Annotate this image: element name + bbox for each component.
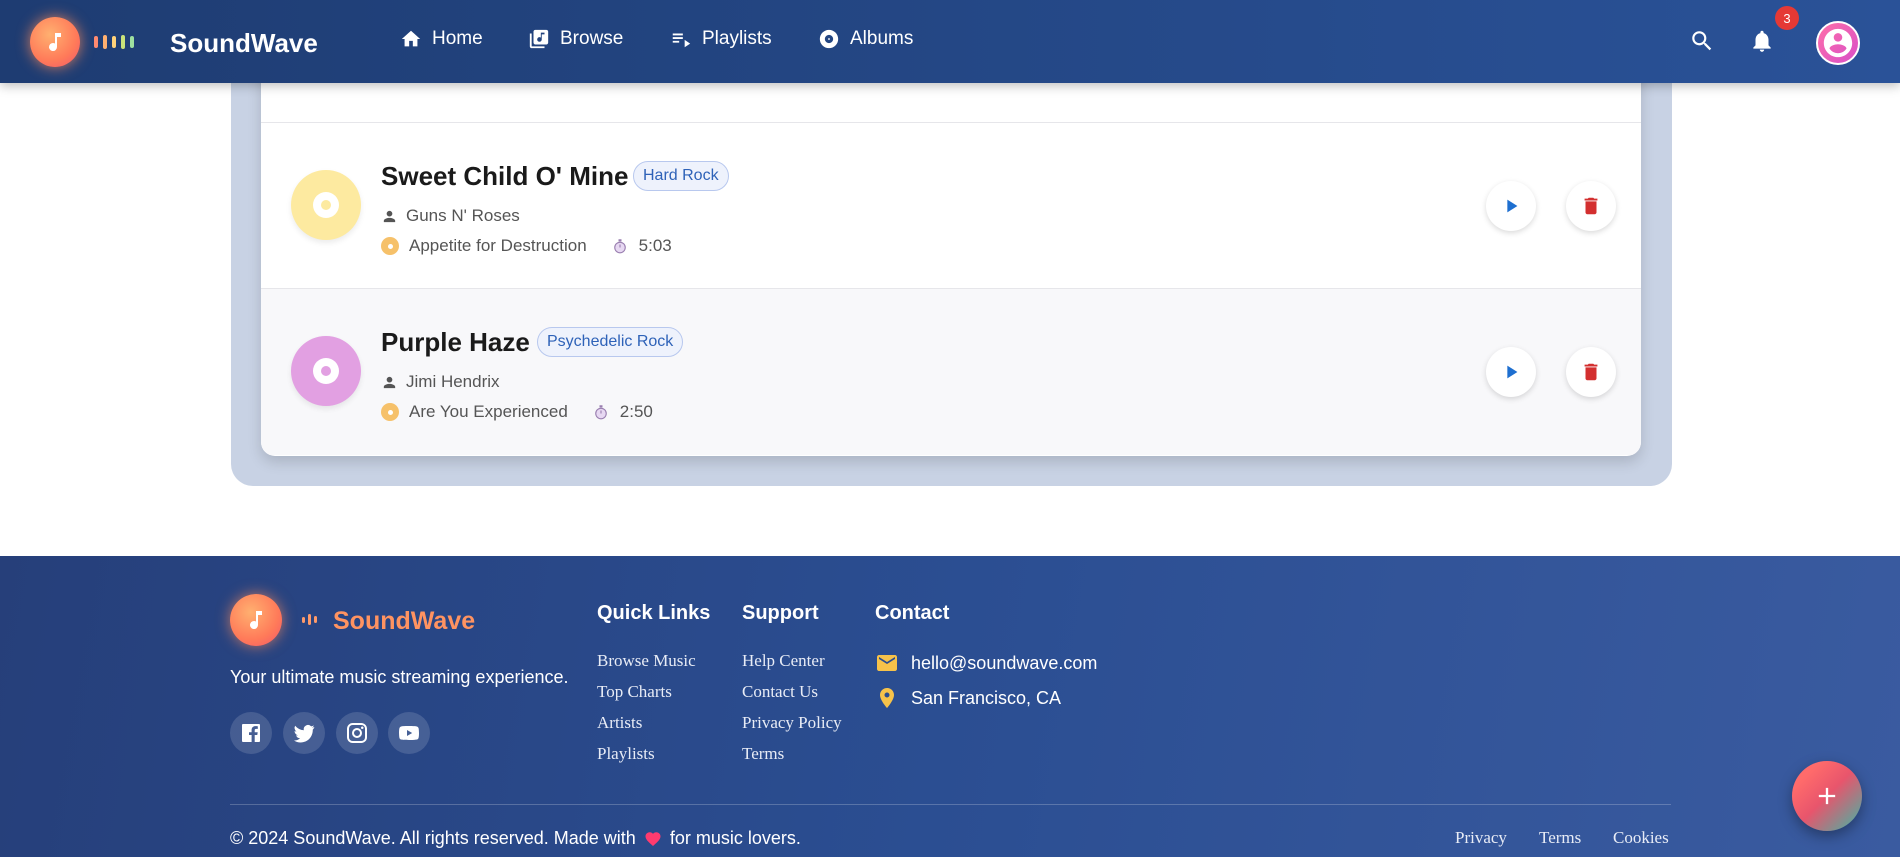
album-name: Are You Experienced — [409, 402, 568, 421]
heart-icon — [645, 831, 661, 846]
footer-logo-icon[interactable] — [230, 594, 282, 646]
bottom-link-cookies[interactable]: Cookies — [1613, 828, 1669, 848]
copyright-suffix: for music lovers. — [669, 828, 801, 848]
footer-link-privacy-policy[interactable]: Privacy Policy — [742, 713, 842, 733]
location-pin-icon — [880, 688, 894, 708]
trash-icon — [1584, 197, 1598, 215]
footer-link-help-center[interactable]: Help Center — [742, 651, 825, 671]
footer-link-playlists[interactable]: Playlists — [597, 744, 655, 764]
artist-info: Jimi Hendrix — [381, 372, 500, 392]
stopwatch-icon — [594, 405, 607, 420]
facebook-icon — [242, 724, 260, 742]
instagram-icon — [347, 723, 367, 743]
footer-link-top-charts[interactable]: Top Charts — [597, 682, 672, 702]
twitter-button[interactable] — [283, 712, 325, 754]
song-title[interactable]: Sweet Child O' Mine — [381, 161, 628, 192]
song-row[interactable]: Purple Haze Psychedelic Rock Jimi Hendri… — [261, 289, 1641, 455]
nav-browse-label: Browse — [560, 28, 624, 49]
artist-name: Jimi Hendrix — [406, 372, 500, 391]
contact-location-text: San Francisco, CA — [911, 687, 1062, 708]
footer-link-artists[interactable]: Artists — [597, 713, 642, 733]
facebook-button[interactable] — [230, 712, 272, 754]
bottom-link-privacy[interactable]: Privacy — [1455, 828, 1507, 848]
notification-badge: 3 — [1775, 6, 1799, 30]
stopwatch-icon — [613, 239, 626, 254]
user-circle-icon — [1823, 28, 1853, 58]
album-icon — [819, 29, 839, 49]
contact-location: San Francisco, CA — [875, 686, 1061, 710]
youtube-button[interactable] — [388, 712, 430, 754]
twitter-icon — [294, 724, 315, 743]
album-disc-icon — [381, 237, 399, 255]
song-meta: Are You Experienced 2:50 — [381, 402, 653, 422]
support-title: Support — [742, 602, 819, 624]
song-title[interactable]: Purple Haze — [381, 327, 530, 358]
notification-bell-icon[interactable] — [1749, 28, 1775, 54]
playlist-play-icon — [672, 33, 691, 48]
play-button[interactable] — [1486, 347, 1536, 397]
footer-link-browse-music[interactable]: Browse Music — [597, 651, 696, 671]
song-duration: 5:03 — [638, 236, 672, 255]
footer: SoundWave Your ultimate music streaming … — [0, 556, 1900, 857]
bottom-link-terms[interactable]: Terms — [1539, 828, 1581, 848]
song-duration: 2:50 — [619, 402, 653, 421]
logo-icon[interactable] — [30, 17, 80, 67]
email-icon — [877, 655, 897, 671]
footer-brand-name[interactable]: SoundWave — [333, 607, 475, 636]
person-icon — [383, 376, 396, 388]
song-list: Sweet Child O' Mine Hard Rock Guns N' Ro… — [261, 40, 1641, 456]
youtube-icon — [399, 726, 419, 740]
brand-name[interactable]: SoundWave — [170, 28, 318, 59]
album-disc-icon — [381, 403, 399, 421]
nav-browse[interactable]: Browse — [528, 28, 623, 50]
nav-playlists[interactable]: Playlists — [670, 28, 772, 50]
vinyl-disc-icon — [291, 170, 361, 240]
genre-badge: Hard Rock — [633, 161, 729, 191]
top-navbar: SoundWave Home Browse Playlists Albums 3 — [0, 0, 1900, 83]
play-button[interactable] — [1486, 181, 1536, 231]
contact-email[interactable]: hello@soundwave.com — [875, 651, 1097, 675]
album-name: Appetite for Destruction — [409, 236, 587, 255]
footer-tagline: Your ultimate music streaming experience… — [230, 667, 569, 687]
avatar[interactable] — [1816, 21, 1860, 65]
nav-home-label: Home — [432, 28, 483, 49]
delete-button[interactable] — [1566, 347, 1616, 397]
footer-link-contact-us[interactable]: Contact Us — [742, 682, 818, 702]
footer-equalizer-icon — [302, 614, 317, 625]
song-meta: Appetite for Destruction 5:03 — [381, 236, 672, 256]
nav-albums-label: Albums — [850, 28, 914, 49]
play-icon — [1507, 365, 1518, 379]
vinyl-disc-icon — [291, 336, 361, 406]
contact-email-text: hello@soundwave.com — [911, 652, 1098, 673]
contact-title: Contact — [875, 602, 950, 624]
nav-home[interactable]: Home — [400, 28, 483, 50]
plus-icon — [1818, 787, 1836, 805]
genre-badge: Psychedelic Rock — [537, 327, 684, 357]
copyright: © 2024 SoundWave. All rights reserved. M… — [230, 828, 801, 849]
search-icon[interactable] — [1689, 28, 1715, 54]
nav-albums[interactable]: Albums — [818, 28, 913, 50]
instagram-button[interactable] — [336, 712, 378, 754]
person-icon — [383, 210, 396, 222]
song-row[interactable]: Sweet Child O' Mine Hard Rock Guns N' Ro… — [261, 123, 1641, 289]
trash-icon — [1584, 363, 1598, 381]
artist-name: Guns N' Roses — [406, 206, 520, 225]
quick-links-title: Quick Links — [597, 602, 711, 624]
equalizer-icon — [94, 35, 134, 49]
home-icon — [401, 30, 421, 47]
footer-link-terms[interactable]: Terms — [742, 744, 784, 764]
footer-divider — [230, 804, 1671, 805]
copyright-prefix: © 2024 SoundWave. All rights reserved. M… — [230, 828, 636, 848]
play-icon — [1507, 199, 1518, 213]
library-music-icon — [529, 29, 549, 49]
add-floating-button[interactable] — [1792, 761, 1862, 831]
delete-button[interactable] — [1566, 181, 1616, 231]
nav-playlists-label: Playlists — [702, 28, 772, 49]
artist-info: Guns N' Roses — [381, 206, 520, 226]
